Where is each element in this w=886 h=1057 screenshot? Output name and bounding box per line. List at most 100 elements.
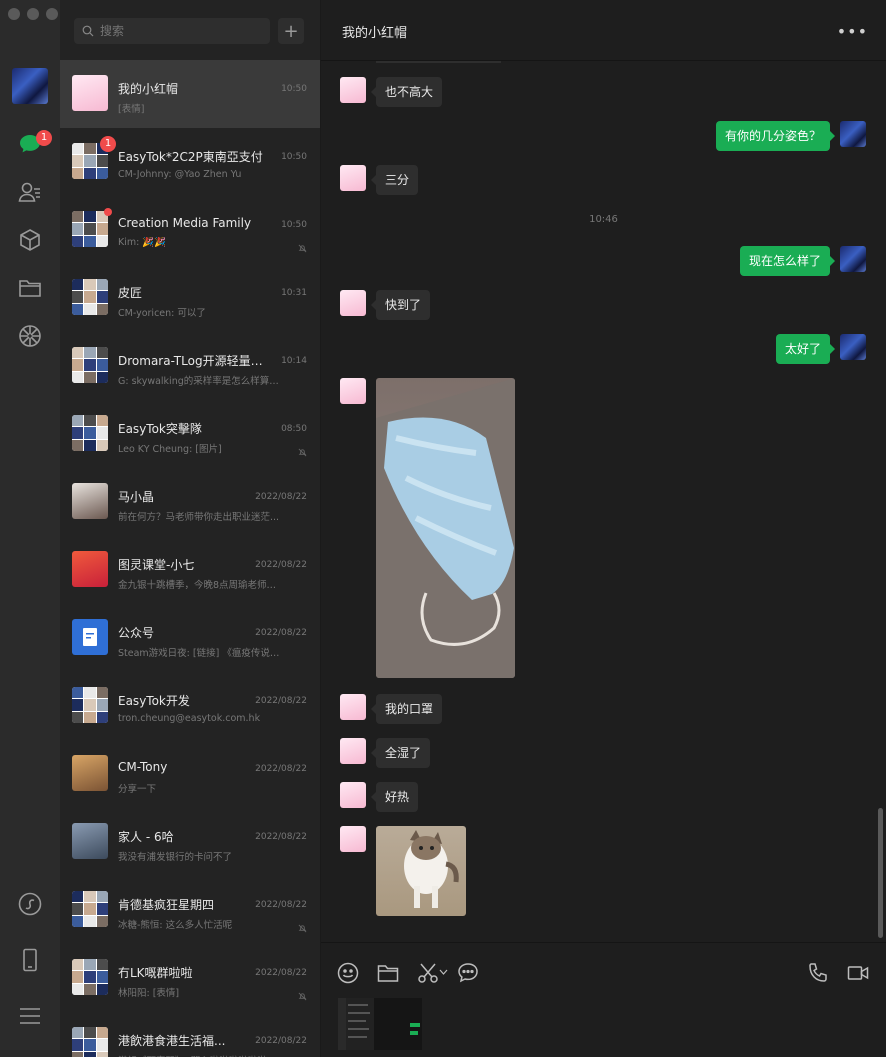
conversation-time: 10:50 <box>281 220 307 230</box>
unread-dot <box>104 208 112 216</box>
video-call-icon[interactable] <box>846 961 870 985</box>
conversation-preview: Kim: 🎉🎉 <box>118 237 167 248</box>
search-input[interactable] <box>98 23 262 39</box>
close-window-button[interactable] <box>8 8 20 20</box>
muted-icon <box>298 986 307 1005</box>
scissors-icon[interactable] <box>416 961 440 985</box>
conversation-item[interactable]: 冇LK嘅群啦啦 林阳阳: [表情] 2022/08/22 <box>60 944 320 1012</box>
phone-call-icon[interactable] <box>806 961 830 985</box>
message-bubble[interactable]: 全湿了 <box>370 738 431 768</box>
conversation-item[interactable]: 肯德基疯狂星期四 冰糖-熊恒: 这么多人忙活呢 2022/08/22 <box>60 876 320 944</box>
message-list: 也不高大 有你的几分姿色？ 三分 10:46 现在怎么样了 快到了 太好了 我的… <box>321 61 886 941</box>
conversation-time: 10:50 <box>281 84 307 94</box>
contact-avatar[interactable] <box>340 378 366 404</box>
conversation-item[interactable]: EasyTok突擊隊 Leo KY Cheung: [图片] 08:50 <box>60 400 320 468</box>
conversation-item[interactable]: 马小晶 前在何方？马老师带你走出职业迷茫... 2022/08/22 <box>60 468 320 536</box>
folder-icon[interactable] <box>376 961 400 985</box>
contact-avatar[interactable] <box>340 77 366 103</box>
more-options-icon[interactable]: ••• <box>837 22 868 41</box>
moments-icon[interactable] <box>16 322 44 350</box>
message-bubble[interactable]: 三分 <box>370 165 419 195</box>
conversation-avatar <box>72 823 108 859</box>
my-avatar[interactable] <box>840 121 866 147</box>
conversation-name: EasyTok开发 <box>118 694 190 708</box>
message-bubble[interactable]: 太好了 <box>775 334 836 364</box>
conversation-name: Dromara-TLog开源轻量级日... <box>118 354 268 368</box>
message-bubble[interactable]: 我的口罩 <box>370 694 443 724</box>
zoom-window-button[interactable] <box>46 8 58 20</box>
phone-icon[interactable] <box>16 946 44 974</box>
conversation-avatar <box>72 75 108 111</box>
search-box[interactable] <box>74 18 270 44</box>
conversation-name: EasyTok突擊隊 <box>118 422 202 436</box>
conversation-list-pane: + 我的小红帽 [表情] 10:50 1EasyTok*2C2P東南亞支付 CM-Joh… <box>60 0 321 1057</box>
mask-photo[interactable] <box>376 378 515 678</box>
menu-icon[interactable] <box>16 1002 44 1030</box>
chat-header: 我的小红帽 ••• <box>321 0 886 61</box>
conversation-avatar <box>72 619 108 655</box>
muted-icon <box>298 238 307 257</box>
contact-avatar[interactable] <box>340 165 366 191</box>
contact-avatar[interactable] <box>340 738 366 764</box>
scrollbar[interactable] <box>878 808 883 938</box>
conversation-item[interactable]: CM-Tony 分享一下 2022/08/22 <box>60 740 320 808</box>
window-controls <box>8 8 58 20</box>
cat-photo[interactable] <box>376 826 466 916</box>
conversation-item[interactable]: 家人 - 6哈我没有浦发银行的卡问不了 2022/08/22 <box>60 808 320 876</box>
favorites-icon[interactable] <box>16 226 44 254</box>
chevron-down-icon[interactable] <box>439 969 448 976</box>
conversation-time: 10:50 <box>281 152 307 162</box>
conversation-name: 港飲港食港生活福... <box>118 1034 226 1048</box>
conversation-time: 2022/08/22 <box>255 968 307 978</box>
add-chat-button[interactable]: + <box>278 18 304 44</box>
my-avatar[interactable] <box>840 334 866 360</box>
message-bubble[interactable]: 快到了 <box>370 290 431 320</box>
emoji-icon[interactable] <box>336 961 360 985</box>
conversation-item[interactable]: 港飲港食港生活福... 港記《甄家羽》: 開心啦啦啦啦啦啦啦啦 2022/08/22 <box>60 1012 320 1057</box>
conversation-name: 公众号 <box>118 626 155 640</box>
message-bubble[interactable]: 有你的几分姿色？ <box>715 121 836 151</box>
conversation-item[interactable]: 我的小红帽 [表情] 10:50 <box>60 60 320 128</box>
conversation-name: 冇LK嘅群啦啦 <box>118 966 193 980</box>
conversation-name: 家人 - 6哈 <box>118 830 174 844</box>
message-bubble[interactable]: 也不高大 <box>370 77 443 107</box>
conversation-item[interactable]: Dromara-TLog开源轻量级日... G: skywalking的采样率是怎… <box>60 332 320 400</box>
conversation-preview: 冰糖-熊恒: 这么多人忙活呢 <box>118 920 233 931</box>
my-avatar[interactable] <box>840 246 866 272</box>
message-bubble[interactable]: 现在怎么样了 <box>739 246 836 276</box>
conversation-item[interactable]: Creation Media Family Kim: 🎉🎉 10:50 <box>60 196 320 264</box>
previous-message-edge <box>376 61 501 63</box>
files-icon[interactable] <box>16 274 44 302</box>
muted-icon <box>298 442 307 461</box>
conversation-item[interactable]: EasyTok开发 tron.cheung@easytok.com.hk 2022/… <box>60 672 320 740</box>
conversation-preview: 我没有浦发银行的卡问不了 <box>118 852 233 863</box>
conversation-name: CM-Tony <box>118 760 168 774</box>
official-accounts-icon <box>83 628 97 646</box>
conversation-name: 图灵课堂-小七 <box>118 558 195 572</box>
unread-badge: 1 <box>100 136 116 152</box>
contact-avatar[interactable] <box>340 694 366 720</box>
conversation-avatar <box>72 959 108 995</box>
contact-avatar[interactable] <box>340 826 366 852</box>
mini-programs-icon[interactable] <box>16 890 44 918</box>
draft-screenshot-thumbnail[interactable] <box>338 998 422 1050</box>
conversation-list: 我的小红帽 [表情] 10:50 1 EasyTok*2C2P東南亞支付 CM-Johnn… <box>60 60 320 1057</box>
contacts-icon[interactable] <box>16 178 44 206</box>
muted-icon <box>298 918 307 937</box>
conversation-avatar <box>72 279 108 315</box>
conversation-name: 我的小红帽 <box>118 82 179 96</box>
conversation-preview: Leo KY Cheung: [图片] <box>118 444 222 455</box>
conversation-item[interactable]: 1 EasyTok*2C2P東南亞支付 CM-Johnny: @Yao Zhen Y… <box>60 128 320 196</box>
conversation-item[interactable]: 皮匠 CM-yoricen: 可以了 10:31 <box>60 264 320 332</box>
conversation-item[interactable]: 图灵课堂-小七金九银十跳槽季，今晚8点周瑜老师带你解... 2022/08/22 <box>60 536 320 604</box>
contact-avatar[interactable] <box>340 290 366 316</box>
message-bubble[interactable]: 好热 <box>370 782 419 812</box>
chat-bubble-icon[interactable] <box>456 961 480 985</box>
conversation-time: 2022/08/22 <box>255 832 307 842</box>
conversation-item[interactable]: 公众号 Steam游戏日夜: [链接] 《瘟疫传说》新作开... 2022/08/2… <box>60 604 320 672</box>
avatar[interactable] <box>12 68 48 104</box>
minimize-window-button[interactable] <box>27 8 39 20</box>
conversation-time: 2022/08/22 <box>255 696 307 706</box>
contact-avatar[interactable] <box>340 782 366 808</box>
conversation-preview: tron.cheung@easytok.com.hk <box>118 713 261 724</box>
